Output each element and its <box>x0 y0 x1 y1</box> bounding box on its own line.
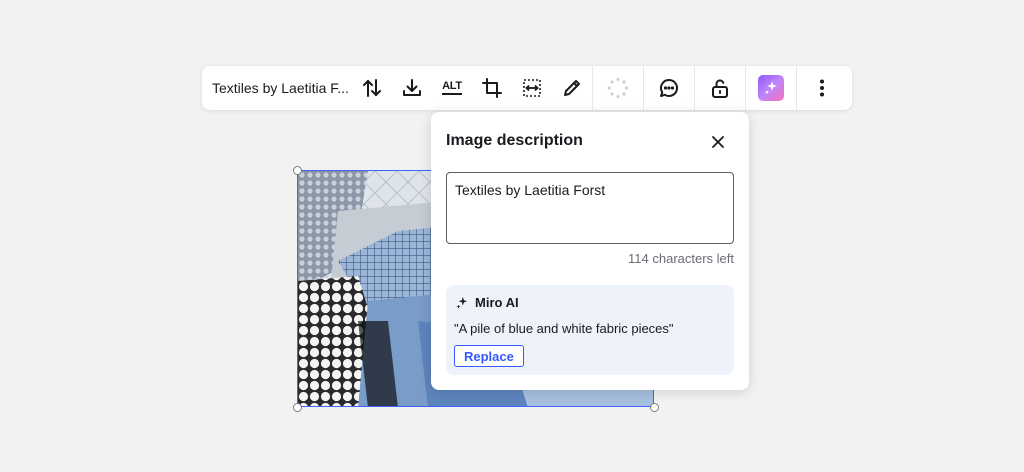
image-toolbar: Textiles by Laetitia F... ALT <box>202 66 852 110</box>
crop-icon[interactable] <box>472 66 512 110</box>
ai-assist-button[interactable] <box>746 66 796 110</box>
alt-text-icon[interactable]: ALT <box>432 66 472 110</box>
close-icon[interactable] <box>709 133 727 151</box>
resize-handle-top-left[interactable] <box>293 166 302 175</box>
loading-spinner-icon <box>593 66 643 110</box>
ai-sparkle-icon <box>456 296 468 309</box>
description-input[interactable]: Textiles by Laetitia Forst <box>446 172 734 244</box>
image-description-popover: Image description Textiles by Laetitia F… <box>431 112 749 390</box>
unlock-icon[interactable] <box>695 66 745 110</box>
character-counter: 114 characters left <box>628 251 734 266</box>
resize-handle-bottom-right[interactable] <box>650 403 659 412</box>
replace-button[interactable]: Replace <box>454 345 524 367</box>
more-vertical-icon[interactable] <box>797 66 847 110</box>
ai-sparkle-icon <box>758 75 784 101</box>
ai-label: Miro AI <box>475 295 519 310</box>
download-icon[interactable] <box>392 66 432 110</box>
resize-handle-bottom-left[interactable] <box>293 403 302 412</box>
comment-icon[interactable] <box>644 66 694 110</box>
swap-vertical-icon[interactable] <box>352 66 392 110</box>
alt-text-label: ALT <box>442 81 462 95</box>
image-title[interactable]: Textiles by Laetitia F... <box>202 80 352 96</box>
ai-suggestion-text: "A pile of blue and white fabric pieces" <box>454 321 674 336</box>
popover-title: Image description <box>446 132 583 149</box>
ai-suggestion-card: Miro AI "A pile of blue and white fabric… <box>446 285 734 375</box>
fit-frame-icon[interactable] <box>512 66 552 110</box>
ai-suggestion-header: Miro AI <box>455 295 519 310</box>
pencil-icon[interactable] <box>552 66 592 110</box>
